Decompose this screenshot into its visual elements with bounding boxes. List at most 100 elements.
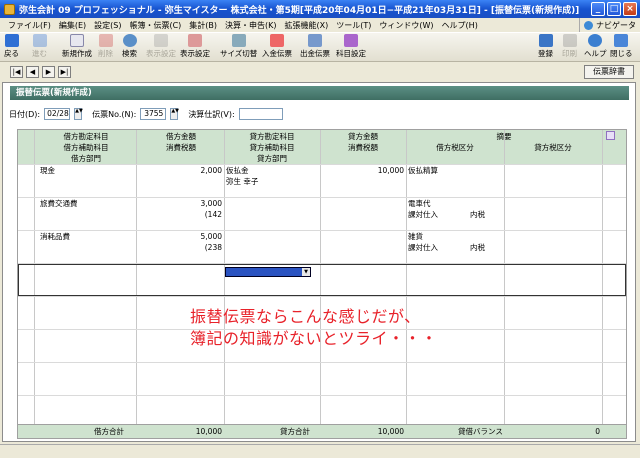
row3-debit-account[interactable]: 消耗品費 <box>40 232 70 242</box>
out-slip-icon <box>308 34 322 47</box>
header-debit-dept: 借方部門 <box>71 154 101 163</box>
menu-edit[interactable]: 編集(E) <box>55 20 90 31</box>
header-debit-tax: 消費税額 <box>166 143 196 152</box>
row1-credit-sub[interactable]: 弥生 幸子 <box>226 177 258 187</box>
menu-file[interactable]: ファイル(F) <box>4 20 55 31</box>
header-credit-taxcat: 貸方税区分 <box>534 143 572 152</box>
row3-taxtype[interactable]: 内税 <box>470 243 485 253</box>
display-settings-button[interactable]: 表示設定 <box>180 34 210 62</box>
size-toggle-button[interactable]: サイズ切替 <box>220 34 257 62</box>
forward-arrow-icon <box>32 34 47 47</box>
navigator-button[interactable]: ナビゲータ <box>579 18 640 32</box>
menu-summary[interactable]: 集計(B) <box>185 20 221 31</box>
slip-no-input[interactable]: 3755 <box>140 108 167 120</box>
delete-button[interactable]: 削除 <box>98 34 113 62</box>
title-bar: 弥生会計 09 プロフェッショナル - 弥生マイスター 株式会社・第5期[平成2… <box>0 0 640 18</box>
row2-taxtype[interactable]: 内税 <box>470 210 485 220</box>
row1-credit-account[interactable]: 仮払金 <box>226 166 249 176</box>
size-toggle-icon <box>231 34 246 47</box>
print-icon <box>562 34 577 47</box>
grid-header: 借方勘定科目 借方金額 貸方勘定科目 貸方金額 摘要 借方補助科目 消費税額 貸… <box>18 130 626 164</box>
search-icon <box>122 34 137 47</box>
new-document-icon <box>70 34 84 47</box>
active-entry-row[interactable]: ▼ <box>18 264 626 296</box>
balance-value: 0 <box>595 427 600 436</box>
dropdown-arrow-icon[interactable]: ▼ <box>302 268 310 276</box>
account-settings-icon <box>344 34 358 47</box>
credit-total-value: 10,000 <box>377 427 404 436</box>
annotation-line-1: 振替伝票ならこんな感じだが、 <box>190 307 421 326</box>
last-record-button[interactable]: ▶| <box>58 66 71 78</box>
status-bar <box>0 444 640 458</box>
settlement-select[interactable] <box>238 108 283 120</box>
in-slip-button[interactable]: 入金伝票 <box>262 34 292 62</box>
menu-help[interactable]: ヘルプ(H) <box>438 20 482 31</box>
forward-button[interactable]: 進む <box>32 34 47 62</box>
search-button[interactable]: 検索 <box>122 34 137 62</box>
delete-icon <box>98 34 113 47</box>
grid-footer: 借方合計 10,000 貸方合計 10,000 貸借バランス 0 <box>18 424 626 438</box>
row1-memo[interactable]: 仮払精算 <box>408 166 438 176</box>
debit-total-label: 借方合計 <box>94 427 124 436</box>
window-title: 弥生会計 09 プロフェッショナル - 弥生マイスター 株式会社・第5期[平成2… <box>19 5 580 16</box>
close-door-icon <box>614 34 629 47</box>
slip-fields: 日付(D): 02/28 ▲▼ 伝票No.(N): 3755 ▲▼ 決算仕訳(V… <box>9 107 283 121</box>
minimize-button[interactable]: _ <box>591 2 605 16</box>
date-input[interactable]: 02/28 <box>44 108 71 120</box>
back-arrow-icon <box>4 34 19 47</box>
close-button[interactable]: 閉じる <box>610 34 633 62</box>
slip-no-spinner[interactable]: ▲▼ <box>170 108 179 120</box>
row2-debit-account[interactable]: 旅費交通費 <box>40 199 78 209</box>
help-button[interactable]: ヘルプ <box>584 34 607 62</box>
annotation-text: 振替伝票ならこんな感じだが、 簿記の知識がないとツライ・・・ <box>190 306 438 350</box>
maximize-button[interactable]: □ <box>607 2 621 16</box>
row3-debit-amount[interactable]: 5,000 <box>138 232 222 242</box>
new-button[interactable]: 新規作成 <box>62 34 92 62</box>
first-record-button[interactable]: |◀ <box>10 66 23 78</box>
row1-credit-amount[interactable]: 10,000 <box>322 166 404 176</box>
grid-settings-icon[interactable] <box>606 131 615 140</box>
panel-title: 振替伝票(新規作成) <box>10 86 629 100</box>
prev-record-button[interactable]: ◀ <box>26 66 39 78</box>
print-button[interactable]: 印刷 <box>562 34 577 62</box>
row2-memo[interactable]: 電車代 <box>408 199 431 209</box>
menu-closing[interactable]: 決算・申告(K) <box>221 20 281 31</box>
header-debit-account: 借方勘定科目 <box>63 132 109 141</box>
close-window-button[interactable]: × <box>623 2 637 16</box>
out-slip-button[interactable]: 出金伝票 <box>300 34 330 62</box>
date-spinner[interactable]: ▲▼ <box>74 108 83 120</box>
register-button[interactable]: 登録 <box>538 34 553 62</box>
register-icon <box>538 34 553 47</box>
header-credit-tax: 消費税額 <box>348 143 378 152</box>
header-debit-taxcat: 借方税区分 <box>436 143 474 152</box>
row3-debit-tax: (238 <box>204 243 222 252</box>
row3-taxcat[interactable]: 課対仕入 <box>408 243 438 253</box>
account-settings-button[interactable]: 科目設定 <box>336 34 366 62</box>
menu-extensions[interactable]: 拡張機能(X) <box>281 20 333 31</box>
slip-no-label: 伝票No.(N): <box>92 109 137 119</box>
replace-icon <box>154 34 168 47</box>
row2-taxcat[interactable]: 課対仕入 <box>408 210 438 220</box>
header-credit-sub: 貸方補助科目 <box>249 143 295 152</box>
date-label: 日付(D): <box>9 109 41 119</box>
toolbar: 戻る 進む 新規作成 削除 検索 表示設定 表示設定 サイズ切替 入金伝票 出金… <box>0 32 640 62</box>
menu-tools[interactable]: ツール(T) <box>332 20 375 31</box>
next-record-button[interactable]: ▶ <box>42 66 55 78</box>
menu-settings[interactable]: 設定(S) <box>90 20 125 31</box>
header-debit-amount: 借方金額 <box>166 132 196 141</box>
back-button[interactable]: 戻る <box>4 34 19 62</box>
row3-memo[interactable]: 雑貨 <box>408 232 423 242</box>
menu-books[interactable]: 帳簿・伝票(C) <box>125 20 185 31</box>
menu-window[interactable]: ウィンドウ(W) <box>375 20 437 31</box>
settlement-label: 決算仕訳(V): <box>188 109 235 119</box>
active-credit-account-cell[interactable]: ▼ <box>225 267 311 277</box>
row1-debit-account[interactable]: 現金 <box>40 166 55 176</box>
row1-debit-amount[interactable]: 2,000 <box>138 166 222 176</box>
header-credit-dept: 貸方部門 <box>257 154 287 163</box>
row2-debit-amount[interactable]: 3,000 <box>138 199 222 209</box>
slip-dictionary-button[interactable]: 伝票辞書 <box>584 65 634 79</box>
header-credit-amount: 貸方金額 <box>348 132 378 141</box>
replace-button[interactable]: 表示設定 <box>146 34 176 62</box>
row2-debit-tax: (142 <box>204 210 222 219</box>
journal-grid: 借方勘定科目 借方金額 貸方勘定科目 貸方金額 摘要 借方補助科目 消費税額 貸… <box>17 129 627 439</box>
